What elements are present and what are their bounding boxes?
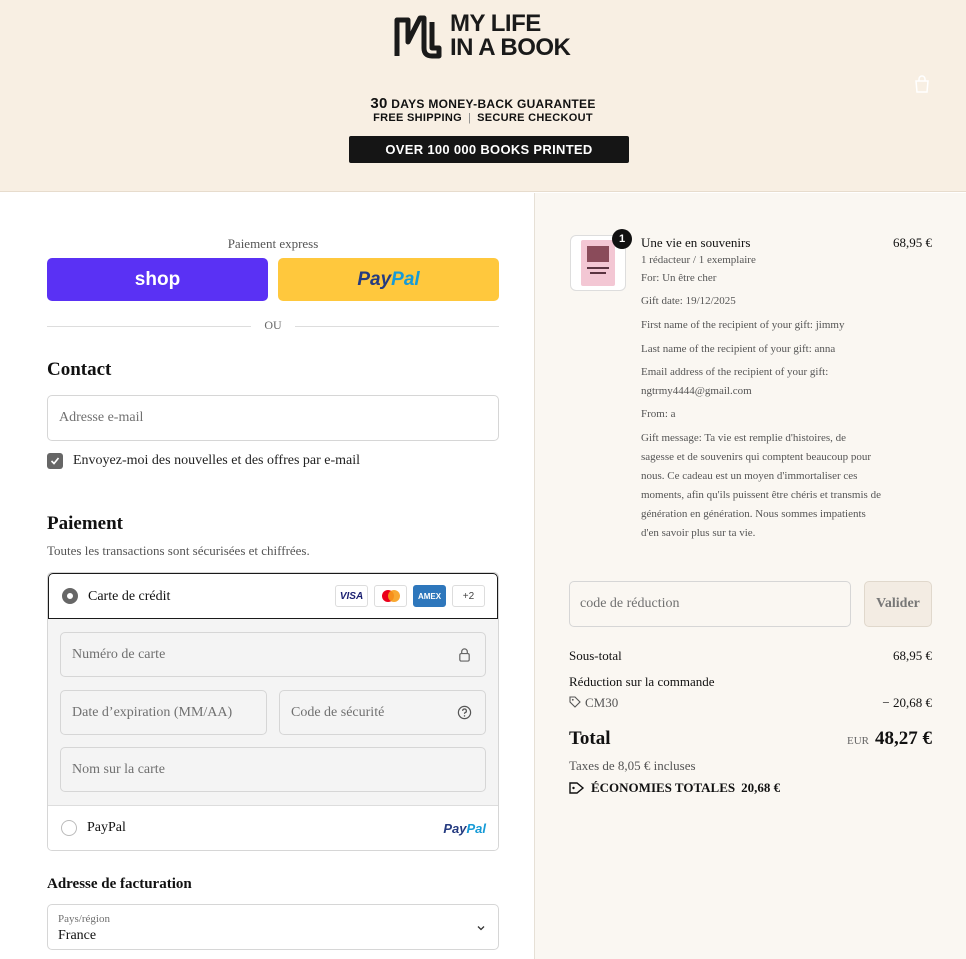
- paypal-option[interactable]: PayPal PayPal: [48, 806, 498, 850]
- shipping-line: FREE SHIPPING | SECURE CHECKOUT: [373, 112, 593, 124]
- paypal-label: PayPal: [87, 820, 126, 835]
- contact-heading: Contact: [47, 359, 112, 380]
- product-price: 68,95 €: [893, 235, 932, 250]
- guarantee-text: DAYS MONEY-BACK GUARANTEE: [391, 97, 596, 111]
- reduction-value: − 20,68 €: [882, 695, 932, 710]
- expiry-date-field[interactable]: Date d’expiration (MM/AA): [60, 690, 267, 735]
- payment-methods: Carte de crédit VISA AMEX +2 Numéro de c…: [47, 572, 499, 851]
- reduction-label: Réduction sur la commande: [569, 674, 715, 689]
- total-value: 48,27 €: [875, 728, 932, 749]
- card-brands: VISA AMEX +2: [335, 585, 485, 607]
- discount-code-tag: CM30: [569, 695, 618, 711]
- product-name: Une vie en souvenirs: [641, 235, 751, 250]
- credit-card-label: Carte de crédit: [88, 589, 171, 604]
- guarantee-days: 30: [370, 95, 388, 112]
- total-savings: ÉCONOMIES TOTALES 20,68 €: [569, 780, 780, 796]
- logo-mark-icon: [394, 15, 442, 59]
- check-icon: [50, 457, 60, 465]
- savings-value: 20,68 €: [741, 780, 781, 795]
- more-cards-badge: +2: [452, 585, 485, 607]
- books-printed-banner: OVER 100 000 BOOKS PRINTED: [349, 136, 629, 163]
- newsletter-label: Envoyez-moi des nouvelles et des offres …: [73, 453, 361, 468]
- shopping-bag-icon[interactable]: [912, 74, 932, 94]
- tax-note: Taxes de 8,05 € incluses: [569, 758, 696, 773]
- quantity-badge: 1: [612, 229, 632, 249]
- product-property: From: a: [641, 408, 676, 420]
- product-property: 1 rédacteur / 1 exemplaire: [641, 254, 756, 266]
- mastercard-icon: [374, 585, 407, 607]
- security-code-field[interactable]: Code de sécurité: [279, 690, 486, 735]
- newsletter-checkbox[interactable]: [47, 453, 63, 469]
- amex-icon: AMEX: [413, 585, 446, 607]
- guarantee-line: 30 DAYS MONEY-BACK GUARANTEE: [0, 95, 966, 112]
- discount-code-input[interactable]: [569, 581, 851, 627]
- paypal-express-button[interactable]: Pay Pal: [278, 258, 499, 301]
- brand-logo[interactable]: MY LIFE IN A BOOK: [394, 10, 571, 61]
- visa-icon: VISA: [335, 585, 368, 607]
- tag-icon: [569, 696, 581, 708]
- email-field[interactable]: [47, 395, 499, 441]
- brand-line-2: IN A BOOK: [450, 34, 571, 61]
- savings-tag-icon: [569, 782, 585, 794]
- secure-checkout: SECURE CHECKOUT: [477, 112, 593, 124]
- free-shipping: FREE SHIPPING: [373, 112, 462, 124]
- product-property: For: Un être cher: [641, 272, 717, 284]
- total-label: Total: [569, 728, 611, 749]
- shop-pay-button[interactable]: shop: [47, 258, 268, 301]
- credit-card-radio[interactable]: [62, 588, 78, 604]
- credit-card-option[interactable]: Carte de crédit VISA AMEX +2: [48, 573, 498, 619]
- country-value: France: [58, 928, 97, 943]
- apply-discount-button[interactable]: Valider: [864, 581, 932, 627]
- product-property: Email address of the recipient of your g…: [641, 366, 829, 397]
- savings-label: ÉCONOMIES TOTALES: [591, 780, 736, 795]
- express-checkout-label: Paiement express: [227, 236, 319, 251]
- gift-message: Gift message: Ta vie est remplie d'histo…: [641, 432, 881, 539]
- payment-subtitle: Toutes les transactions sont sécurisées …: [47, 543, 310, 558]
- total-amount: EUR 48,27 €: [847, 728, 932, 750]
- subtotal-value: 68,95 €: [893, 648, 932, 663]
- product-property: Last name of the recipient of your gift:…: [641, 343, 836, 355]
- name-on-card-field[interactable]: Nom sur la carte: [60, 747, 486, 792]
- newsletter-option[interactable]: Envoyez-moi des nouvelles et des offres …: [47, 453, 360, 469]
- country-select[interactable]: Pays/région France: [47, 904, 499, 950]
- currency-code: EUR: [847, 735, 869, 747]
- billing-heading: Adresse de facturation: [47, 876, 192, 892]
- product-property: First name of the recipient of your gift…: [641, 319, 845, 331]
- lock-icon: [459, 648, 470, 662]
- or-divider: OU: [47, 318, 499, 334]
- country-label: Pays/région: [58, 913, 110, 925]
- payment-heading: Paiement: [47, 513, 123, 534]
- subtotal-label: Sous-total: [569, 648, 622, 663]
- card-details-panel: Numéro de carte Date d’expiration (MM/AA…: [48, 619, 498, 806]
- header: MY LIFE IN A BOOK 30 DAYS MONEY-BACK GUA…: [0, 0, 966, 192]
- product-property: Gift date: 19/12/2025: [641, 295, 736, 307]
- paypal-logo: PayPal: [443, 821, 486, 836]
- card-number-field[interactable]: Numéro de carte: [60, 632, 486, 677]
- brand-line-1: MY LIFE: [450, 10, 541, 37]
- paypal-radio[interactable]: [61, 820, 77, 836]
- help-icon[interactable]: [457, 705, 472, 720]
- chevron-down-icon: [477, 926, 485, 931]
